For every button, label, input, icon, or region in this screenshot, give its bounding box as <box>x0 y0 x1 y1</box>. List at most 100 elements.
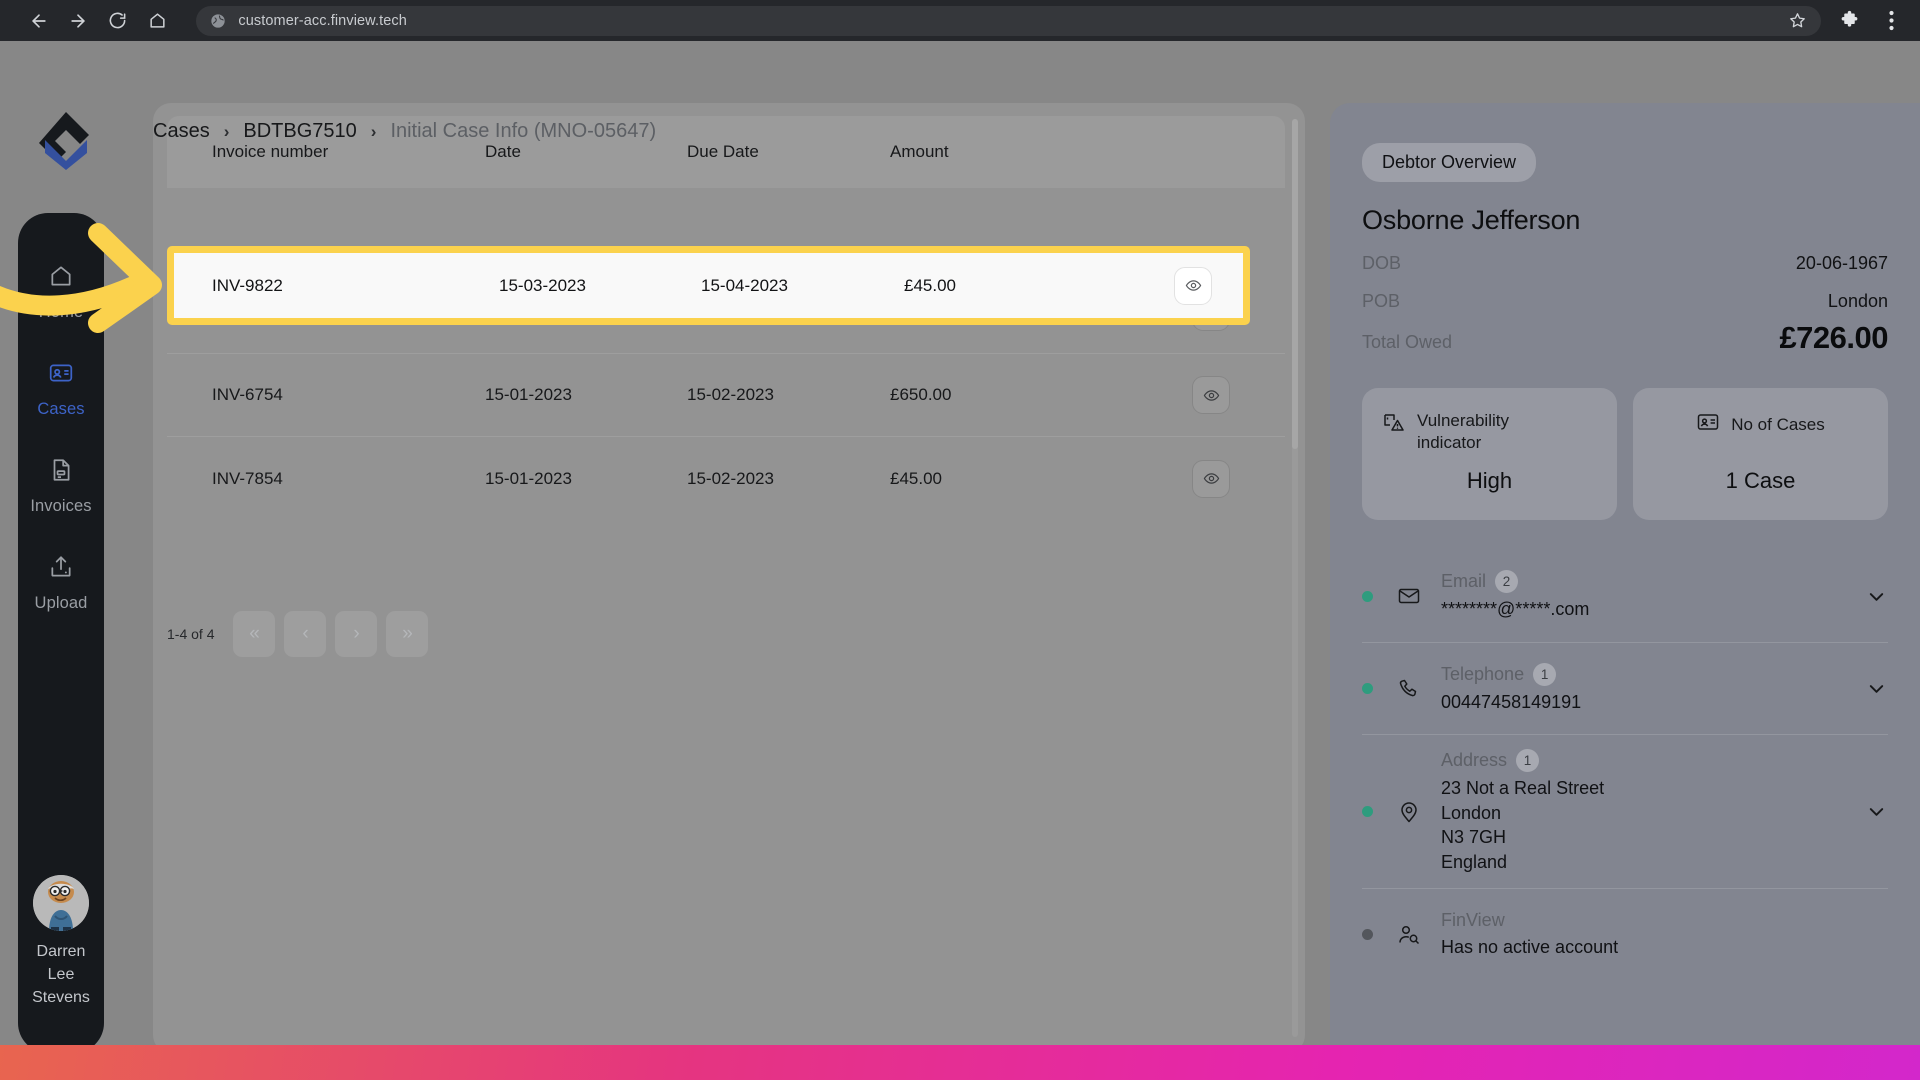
home-button[interactable] <box>141 4 175 38</box>
app-viewport: Home Cases Invoices Upload <box>0 41 1920 1045</box>
sidebar-item-label: Cases <box>37 400 84 419</box>
breadcrumb-item-case-ref[interactable]: BDTBG7510 <box>243 120 356 143</box>
table-row-selected[interactable]: INV-9822 15-03-2023 15-04-2023 £45.00 <box>167 246 1250 325</box>
id-card-icon <box>1696 410 1720 439</box>
contact-label: Telephone <box>1441 664 1524 685</box>
cell-amount: £650.00 <box>890 385 1120 405</box>
id-card-icon <box>48 356 74 390</box>
person-search-icon <box>1390 923 1428 947</box>
chevron-down-icon[interactable] <box>1851 800 1888 823</box>
sidebar-item-invoices[interactable]: Invoices <box>18 453 104 516</box>
cell-date: 15-03-2023 <box>499 276 701 296</box>
breadcrumb-item-current: Initial Case Info (MNO-05647) <box>390 120 656 143</box>
contact-count-badge: 1 <box>1533 663 1556 686</box>
sidebar-item-label: Upload <box>35 594 88 613</box>
contact-row-address[interactable]: Address 1 23 Not a Real Street London N3… <box>1362 734 1888 888</box>
avatar <box>33 875 89 931</box>
status-dot <box>1362 806 1373 817</box>
pagination: 1-4 of 4 « ‹ › » <box>167 611 428 657</box>
address-bar[interactable]: customer-acc.finview.tech <box>196 6 1820 36</box>
pagination-last-button[interactable]: » <box>386 611 428 657</box>
contact-label: Address <box>1441 750 1507 771</box>
sidebar-item-cases[interactable]: Cases <box>18 356 104 419</box>
field-total-owed: Total Owed £726.00 <box>1362 320 1888 356</box>
back-button[interactable] <box>22 4 56 38</box>
view-invoice-button[interactable] <box>1192 376 1230 414</box>
stat-card-value: 1 Case <box>1726 468 1796 494</box>
status-dot <box>1362 683 1373 694</box>
map-pin-icon <box>1390 800 1428 824</box>
status-dot <box>1362 929 1373 940</box>
pagination-next-button[interactable]: › <box>335 611 377 657</box>
sidebar-nav: Home Cases Invoices Upload <box>18 213 104 1045</box>
sidebar-item-home[interactable]: Home <box>18 259 104 322</box>
breadcrumb-item-cases[interactable]: Cases <box>153 120 210 143</box>
pagination-prev-button[interactable]: ‹ <box>284 611 326 657</box>
sidebar-user[interactable]: Darren Lee Stevens <box>18 875 104 1009</box>
stat-card-no-of-cases[interactable]: No of Cases 1 Case <box>1633 388 1888 520</box>
kebab-menu-icon[interactable] <box>1876 6 1906 36</box>
browser-toolbar: customer-acc.finview.tech <box>0 0 1920 41</box>
contact-row-finview[interactable]: FinView Has no active account <box>1362 888 1888 980</box>
field-label: DOB <box>1362 253 1401 274</box>
view-invoice-button[interactable] <box>1174 267 1212 305</box>
panel-scrollbar[interactable] <box>1292 119 1298 1037</box>
puzzle-extensions-icon[interactable] <box>1835 6 1865 36</box>
breadcrumb: Cases › BDTBG7510 › Initial Case Info (M… <box>153 120 656 143</box>
user-name-line: Lee <box>18 963 104 986</box>
contact-row-email[interactable]: Email 2 ********@*****.com <box>1362 550 1888 642</box>
field-dob: DOB 20-06-1967 <box>1362 253 1888 274</box>
stat-cards: Vulnerability indicator High No of Cases… <box>1362 388 1888 520</box>
status-dot <box>1362 591 1373 602</box>
envelope-icon <box>1390 584 1428 608</box>
chevron-right-icon: › <box>371 122 377 142</box>
debtor-name: Osborne Jefferson <box>1362 205 1888 236</box>
cell-invoice-number: INV-6754 <box>167 385 485 405</box>
contact-value: Has no active account <box>1441 935 1888 960</box>
reload-button[interactable] <box>101 4 135 38</box>
contact-row-telephone[interactable]: Telephone 1 00447458149191 <box>1362 642 1888 734</box>
cell-date: 15-01-2023 <box>485 469 687 489</box>
phone-icon <box>1390 677 1428 701</box>
cell-due-date: 15-04-2023 <box>701 276 904 296</box>
forward-button[interactable] <box>62 4 96 38</box>
field-pob: POB London <box>1362 291 1888 312</box>
contact-label: Email <box>1441 571 1486 592</box>
cell-date: 15-01-2023 <box>485 385 687 405</box>
home-icon <box>48 259 74 293</box>
contact-value: 23 Not a Real Street London N3 7GH Engla… <box>1441 776 1851 874</box>
cell-due-date: 15-02-2023 <box>687 469 890 489</box>
pagination-range: 1-4 of 4 <box>167 626 214 642</box>
stat-card-vulnerability[interactable]: Vulnerability indicator High <box>1362 388 1617 520</box>
cell-due-date: 15-02-2023 <box>687 385 890 405</box>
view-invoice-button[interactable] <box>1192 460 1230 498</box>
contact-count-badge: 1 <box>1516 749 1539 772</box>
chevron-down-icon[interactable] <box>1851 677 1888 700</box>
field-value: £726.00 <box>1779 320 1888 356</box>
field-label: Total Owed <box>1362 332 1452 353</box>
sidebar-item-label: Invoices <box>30 497 91 516</box>
contact-count-badge: 2 <box>1495 570 1518 593</box>
column-header-due-date: Due Date <box>687 142 890 162</box>
url-text: customer-acc.finview.tech <box>238 13 407 29</box>
column-header-date: Date <box>485 142 687 162</box>
contact-label: FinView <box>1441 910 1505 931</box>
sidebar-item-upload[interactable]: Upload <box>18 550 104 613</box>
cell-invoice-number: INV-7854 <box>167 469 485 489</box>
column-header-invoice-number: Invoice number <box>167 142 485 162</box>
upload-icon <box>48 550 74 584</box>
chevron-down-icon[interactable] <box>1851 585 1888 608</box>
contact-list: Email 2 ********@*****.com Telephone <box>1362 550 1888 980</box>
cell-invoice-number: INV-9822 <box>174 276 499 296</box>
table-row[interactable]: INV-6754 15-01-2023 15-02-2023 £650.00 <box>167 354 1285 437</box>
scrollbar-thumb[interactable] <box>1292 119 1298 449</box>
pagination-first-button[interactable]: « <box>233 611 275 657</box>
bookmark-star-icon[interactable] <box>1788 11 1807 30</box>
bottom-gradient-strip <box>0 1045 1920 1080</box>
table-row[interactable]: INV-7854 15-01-2023 15-02-2023 £45.00 <box>167 437 1285 520</box>
field-value: 20-06-1967 <box>1796 253 1888 274</box>
vulnerability-warning-icon <box>1382 410 1406 439</box>
sidebar-user-name: Darren Lee Stevens <box>18 940 104 1009</box>
invoice-table: Invoice number Date Due Date Amount INV-… <box>167 116 1285 756</box>
cell-amount: £45.00 <box>890 469 1120 489</box>
